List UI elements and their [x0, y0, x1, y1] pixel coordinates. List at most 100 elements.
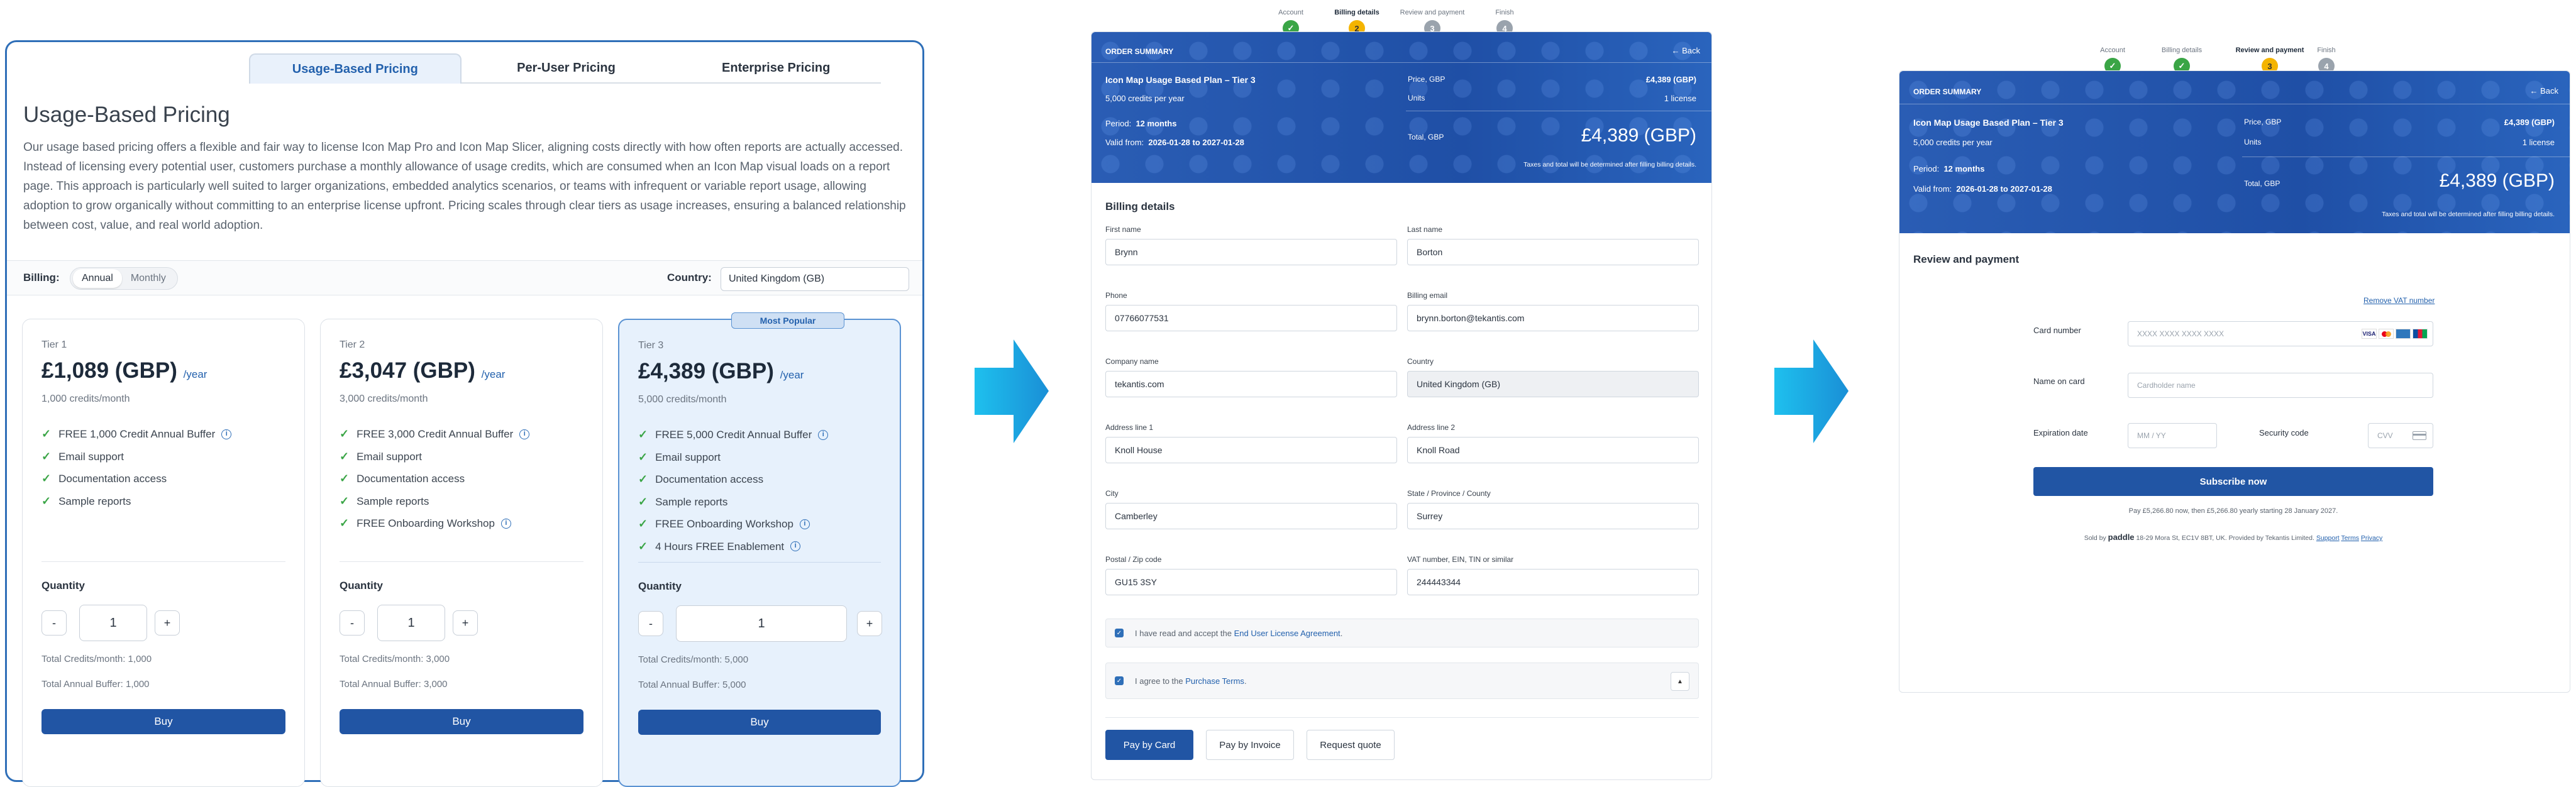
tab-per-user[interactable]: Per-User Pricing [461, 53, 672, 84]
total-buffer: Total Annual Buffer: 1,000 [41, 679, 150, 690]
feature-text: FREE 5,000 Credit Annual Buffer [655, 429, 812, 441]
vat-number-label: VAT number, EIN, TIN or similar [1407, 555, 1514, 564]
feature-item: ✓ FREE 3,000 Credit Annual Buffer i [340, 423, 530, 446]
city-field[interactable]: Camberley [1105, 503, 1397, 529]
state-field[interactable]: Surrey [1407, 503, 1699, 529]
quantity-decrement-button[interactable]: - [41, 610, 67, 636]
address-line-1-label: Address line 1 [1105, 423, 1154, 432]
city-label: City [1105, 489, 1119, 498]
total-credits: Total Credits/month: 5,000 [638, 654, 749, 665]
tier-price: £1,089 (GBP) /year [41, 358, 207, 383]
terms-footer-link[interactable]: Terms [2341, 534, 2359, 542]
tab-enterprise[interactable]: Enterprise Pricing [671, 53, 882, 84]
quantity-decrement-button[interactable]: - [638, 611, 663, 636]
divider [1105, 717, 1699, 718]
quantity-increment-button[interactable]: + [155, 610, 180, 636]
address-line-2-field[interactable]: Knoll Road [1407, 437, 1699, 463]
pricing-description: Our usage based pricing offers a flexibl… [23, 141, 906, 232]
card-number-placeholder: XXXX XXXX XXXX XXXX [2137, 329, 2225, 338]
buy-button[interactable]: Buy [638, 710, 881, 735]
plan-name: Icon Map Usage Based Plan – Tier 3 [1913, 118, 2064, 128]
postal-code-field[interactable]: GU15 3SY [1105, 569, 1397, 595]
info-icon[interactable]: i [500, 518, 511, 529]
pricing-panel: Usage-Based Pricing Per-User Pricing Ent… [5, 40, 924, 787]
tier-credits: 3,000 credits/month [340, 394, 428, 404]
feature-list: ✓ FREE 3,000 Credit Annual Buffer i ✓ Email … [340, 423, 530, 535]
request-quote-button[interactable]: Request quote [1307, 730, 1395, 760]
country-select[interactable]: United Kingdom (GB) [721, 267, 909, 291]
quantity-label: Quantity [340, 580, 383, 592]
back-link[interactable]: ← Back [2529, 86, 2558, 96]
buy-button[interactable]: Buy [41, 709, 285, 734]
expiration-field[interactable]: MM / YY [2128, 423, 2217, 448]
valid-from: Valid from: 2026-01-28 to 2027-01-28 [1105, 138, 1244, 147]
info-icon[interactable]: i [799, 519, 810, 529]
last-name-field[interactable]: Borton [1407, 239, 1699, 265]
price-value: £4,389 (GBP) [2504, 118, 2555, 127]
tier-price: £3,047 (GBP) /year [340, 358, 506, 383]
check-icon: ✓ [340, 494, 350, 507]
remove-vat-link[interactable]: Remove VAT number [2363, 296, 2435, 305]
info-icon[interactable]: i [519, 429, 530, 439]
quantity-input[interactable]: 1 [377, 605, 445, 641]
feature-text: Sample reports [58, 495, 131, 507]
phone-field[interactable]: 07766077531 [1105, 305, 1397, 331]
billing-email-field[interactable]: brynn.borton@tekantis.com [1407, 305, 1699, 331]
most-popular-badge: Most Popular [731, 312, 844, 329]
address-line-2-label: Address line 2 [1407, 423, 1456, 432]
first-name-field[interactable]: Brynn [1105, 239, 1397, 265]
privacy-link[interactable]: Privacy [2361, 534, 2382, 542]
eula-link[interactable]: End User License Agreement [1234, 629, 1341, 638]
billing-annual-option[interactable]: Annual [73, 269, 122, 288]
check-icon: ✓ [41, 472, 52, 485]
quantity-decrement-button[interactable]: - [340, 610, 365, 636]
tier-name: Tier 3 [638, 340, 664, 351]
check-icon: ✓ [41, 449, 52, 463]
terms-link[interactable]: Purchase Terms [1185, 676, 1244, 686]
card-number-field[interactable]: XXXX XXXX XXXX XXXX VISA [2128, 321, 2433, 346]
billing-bar: Billing: Annual Monthly Country: United … [7, 260, 922, 295]
support-link[interactable]: Support [2316, 534, 2340, 542]
terms-checkbox[interactable]: ✓ [1115, 676, 1124, 685]
info-icon[interactable]: i [818, 429, 829, 440]
quantity-input[interactable]: 1 [79, 605, 147, 641]
buy-button[interactable]: Buy [340, 709, 583, 734]
info-icon[interactable]: i [221, 429, 232, 439]
pay-by-card-button[interactable]: Pay by Card [1105, 730, 1193, 760]
subscribe-button[interactable]: Subscribe now [2033, 467, 2433, 496]
paddle-footer: Sold by paddle 18-29 Mora St, EC1V 8BT, … [2033, 532, 2433, 542]
check-icon: ✓ [638, 495, 648, 508]
collapse-icon[interactable]: ▲ [1671, 672, 1689, 691]
eula-checkbox-row[interactable]: ✓ I have read and accept the End User Li… [1105, 619, 1699, 647]
eula-text: I have read and accept the [1135, 628, 1232, 638]
check-icon: ✓ [340, 427, 350, 440]
check-icon: ✓ [638, 428, 648, 441]
order-summary: ORDER SUMMARY ← Back Icon Map Usage Base… [1092, 32, 1711, 183]
quantity-increment-button[interactable]: + [453, 610, 478, 636]
eula-suffix: . [1340, 628, 1343, 638]
feature-text: Email support [655, 451, 721, 463]
address-line-1-field[interactable]: Knoll House [1105, 437, 1397, 463]
tier-card-3: Most Popular Tier 3 £4,389 (GBP) /year 5… [618, 312, 901, 787]
info-icon[interactable]: i [790, 541, 801, 552]
quantity-input[interactable]: 1 [676, 605, 847, 642]
divider [340, 561, 583, 562]
terms-checkbox-row[interactable]: ✓ I agree to the Purchase Terms. ▲ [1105, 663, 1699, 699]
feature-item: ✓ FREE Onboarding Workshop i [340, 512, 529, 535]
check-icon: ✓ [41, 494, 52, 507]
total-buffer: Total Annual Buffer: 3,000 [340, 679, 448, 690]
tab-usage-based[interactable]: Usage-Based Pricing [249, 53, 462, 84]
eula-checkbox[interactable]: ✓ [1115, 629, 1124, 637]
quantity-increment-button[interactable]: + [857, 611, 882, 636]
vat-number-field[interactable]: 244443344 [1407, 569, 1699, 595]
units-value: 1 license [2522, 138, 2555, 147]
pay-by-invoice-button[interactable]: Pay by Invoice [1206, 730, 1294, 760]
cardholder-name-field[interactable]: Cardholder name [2128, 373, 2433, 398]
order-summary: ORDER SUMMARY ← Back Icon Map Usage Base… [1899, 71, 2570, 233]
security-code-field[interactable]: CVV [2368, 423, 2433, 448]
billing-monthly-option[interactable]: Monthly [122, 269, 175, 288]
feature-item: ✓ FREE 5,000 Credit Annual Buffer i [638, 424, 829, 446]
company-field[interactable]: tekantis.com [1105, 371, 1397, 397]
billing-toggle[interactable]: Annual Monthly [70, 267, 178, 290]
back-link[interactable]: ← Back [1671, 46, 1700, 55]
